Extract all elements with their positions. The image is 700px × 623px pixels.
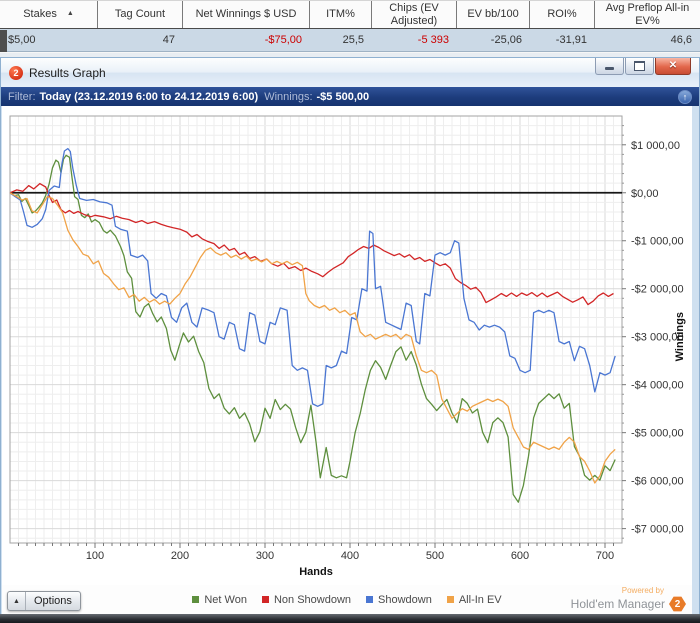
svg-text:400: 400 [341, 550, 359, 562]
svg-text:600: 600 [511, 550, 529, 562]
svg-text:-$6 000,00: -$6 000,00 [631, 476, 684, 488]
column-label: Net Winnings $ USD [195, 8, 297, 21]
filter-value: Today (23.12.2019 6:00 to 24.12.2019 6:0… [39, 90, 259, 103]
legend-swatch [192, 596, 200, 603]
results-graph-window: 2 Results Graph ✕ Filter: Today (23.12.2… [0, 57, 700, 623]
chart-area: 100 200 300 400 500 600 700 $1 000,00 $0,00 -$1 0… [2, 106, 692, 585]
cell-stakes: $5,00 [8, 34, 36, 46]
maximize-icon [634, 61, 645, 71]
legend-item-all-in-ev: All-In EV [446, 593, 502, 606]
holdem-manager-logo: Powered by Hold'em Manager 2 [571, 586, 686, 612]
svg-text:$0,00: $0,00 [631, 188, 659, 200]
cell-avg-preflop-allin-ev: 46,6 [670, 34, 692, 46]
options-label: Options [34, 595, 72, 607]
collapse-arrow-icon[interactable]: ↑ [678, 89, 692, 104]
column-header-roi[interactable]: ROI% [530, 1, 595, 28]
filter-label: Filter: [8, 90, 36, 103]
svg-text:-$7 000,00: -$7 000,00 [631, 524, 684, 536]
hm2-badge-icon: 2 [669, 596, 686, 612]
minimize-button[interactable] [595, 58, 624, 75]
stats-table-header: Stakes ▲ Tag Count Net Winnings $ USD ITM% Ch… [0, 0, 700, 29]
svg-text:100: 100 [86, 550, 104, 562]
maximize-button[interactable] [625, 58, 654, 75]
legend-label: Non Showdown [273, 593, 352, 606]
column-header-avg-preflop-allin-ev[interactable]: Avg Preflop All-in EV% [595, 1, 700, 28]
cell-net-winnings: -$75,00 [264, 34, 302, 46]
svg-text:500: 500 [426, 550, 444, 562]
column-header-ev-bb100[interactable]: EV bb/100 [457, 1, 530, 28]
svg-text:Winnings: Winnings [674, 312, 686, 361]
column-header-itm[interactable]: ITM% [310, 1, 372, 28]
column-label: Avg Preflop All-in EV% [605, 1, 690, 27]
svg-text:-$4 000,00: -$4 000,00 [631, 380, 684, 392]
legend-item-net-won: Net Won [192, 594, 247, 606]
winnings-value: -$5 500,00 [316, 90, 370, 103]
column-header-net-winnings[interactable]: Net Winnings $ USD [183, 1, 310, 28]
column-header-chips-ev[interactable]: Chips (EV Adjusted) [372, 1, 457, 28]
column-label: Tag Count [114, 8, 166, 21]
stats-table: Stakes ▲ Tag Count Net Winnings $ USD ITM% Ch… [0, 0, 700, 53]
svg-text:300: 300 [256, 550, 274, 562]
svg-text:-$2 000,00: -$2 000,00 [631, 284, 684, 296]
svg-text:-$5 000,00: -$5 000,00 [631, 428, 684, 440]
column-label: Stakes [23, 8, 57, 21]
svg-text:200: 200 [171, 550, 189, 562]
filter-bar[interactable]: Filter: Today (23.12.2019 6:00 to 24.12.… [1, 87, 699, 106]
close-button[interactable]: ✕ [655, 58, 691, 75]
column-label: EV bb/100 [467, 8, 519, 21]
sort-ascending-icon: ▲ [66, 10, 74, 18]
legend-item-showdown: Showdown [366, 594, 432, 606]
legend-item-non-showdown: Non Showdown [261, 593, 352, 606]
column-label: ITM% [326, 8, 355, 21]
window-footer: ▲ Options Net Won Non Showdown Showdown All… [2, 585, 692, 614]
powered-by-text: Powered by [621, 586, 664, 595]
legend-label: Showdown [378, 593, 432, 606]
legend-label: Net Won [204, 593, 247, 606]
legend-swatch [366, 596, 374, 603]
options-button[interactable]: ▲ Options [7, 591, 81, 611]
svg-text:$1 000,00: $1 000,00 [631, 140, 680, 152]
minimize-icon [605, 67, 614, 70]
winnings-label: Winnings: [264, 90, 313, 103]
cell-itm: 25,5 [342, 34, 364, 46]
svg-text:Hands: Hands [299, 566, 333, 578]
window-title: Results Graph [29, 65, 106, 80]
cell-chips-ev: -5 393 [417, 34, 449, 46]
brand-name: Hold'em Manager [570, 596, 665, 611]
column-label: Chips (EV Adjusted) [389, 1, 439, 27]
column-label: ROI% [547, 8, 577, 21]
close-icon: ✕ [668, 60, 678, 71]
legend-label: All-In EV [458, 593, 502, 606]
legend-swatch [446, 596, 454, 603]
cell-ev-bb100: -25,06 [490, 34, 522, 46]
cell-roi: -31,91 [555, 34, 587, 46]
bottom-status-strip [0, 614, 700, 623]
options-arrow-icon: ▲ [8, 592, 26, 610]
table-gutter [0, 30, 7, 52]
svg-text:-$1 000,00: -$1 000,00 [631, 236, 684, 248]
cell-tag-count: 47 [162, 34, 175, 46]
hm2-app-icon: 2 [9, 65, 23, 80]
column-header-stakes[interactable]: Stakes ▲ [0, 1, 98, 28]
svg-text:700: 700 [596, 550, 614, 562]
stats-table-row[interactable]: $5,00 47 -$75,00 25,5 -5 393 -25,06 -31,91 46,6 [0, 29, 700, 52]
results-chart: 100 200 300 400 500 600 700 $1 000,00 $0,00 -$1 0… [9, 115, 686, 578]
legend-swatch [261, 596, 269, 603]
window-titlebar[interactable]: 2 Results Graph ✕ [1, 58, 699, 87]
column-header-tag-count[interactable]: Tag Count [98, 1, 183, 28]
